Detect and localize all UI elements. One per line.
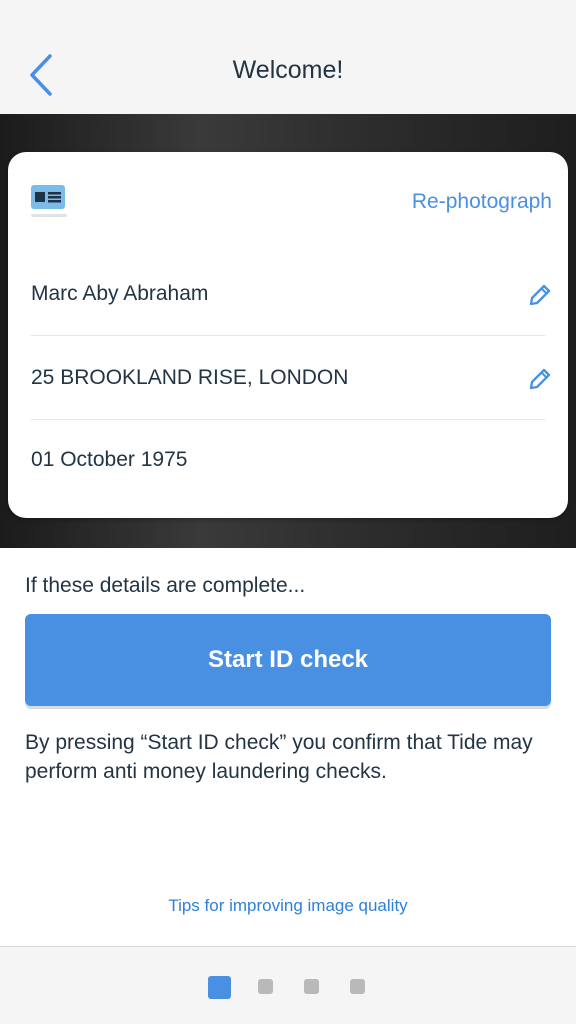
pagination-footer [0, 946, 576, 1024]
address-value: 25 BROOKLAND RISE, LONDON [31, 366, 349, 389]
page-title: Welcome! [232, 56, 344, 84]
page-indicator-1 [208, 976, 231, 999]
pencil-icon[interactable] [527, 366, 553, 392]
date-of-birth-row: 01 October 1975 [31, 420, 545, 504]
id-card-icon [31, 185, 67, 217]
details-complete-prompt: If these details are complete... [25, 574, 306, 597]
page-indicator-4 [350, 979, 365, 994]
image-quality-tips-link[interactable]: Tips for improving image quality [0, 896, 576, 916]
consent-text: By pressing “Start ID check” you confirm… [25, 731, 533, 783]
page-indicator-2 [258, 979, 273, 994]
rephotograph-link[interactable]: Re-photograph [412, 190, 552, 214]
start-id-check-button[interactable]: Start ID check [25, 614, 551, 706]
full-name-value: Marc Aby Abraham [31, 282, 209, 305]
page-indicator-3 [304, 979, 319, 994]
name-row: Marc Aby Abraham [31, 252, 551, 336]
id-details-card: Re-photograph Marc Aby Abraham 25 BROOKL… [8, 152, 568, 518]
top-nav-bar: Welcome! [0, 0, 576, 114]
address-row: 25 BROOKLAND RISE, LONDON [31, 336, 551, 420]
date-of-birth-value: 01 October 1975 [31, 448, 188, 471]
pencil-icon[interactable] [527, 282, 553, 308]
